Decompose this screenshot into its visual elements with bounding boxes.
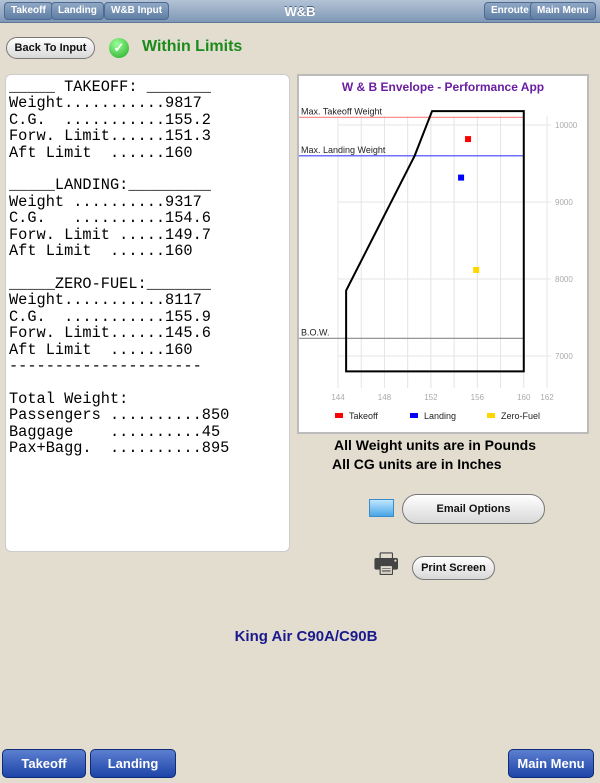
- legend-swatch: [335, 413, 343, 418]
- point-zero-fuel: [473, 266, 480, 273]
- chart-svg: W & B Envelope - Performance App 144 148 15…: [299, 80, 578, 421]
- x-tick-label: 148: [378, 393, 392, 402]
- x-tick-label: 144: [331, 393, 345, 402]
- reference-label: Max. Takeoff Weight: [301, 106, 383, 116]
- legend-label: Landing: [424, 411, 456, 421]
- nav-bar: Takeoff Landing W&B Input W&B Enroute Ma…: [0, 0, 600, 23]
- x-tick-label: 160: [517, 393, 531, 402]
- status-text: Within Limits: [142, 38, 243, 55]
- check-icon: ✓: [109, 38, 129, 58]
- legend-label: Zero-Fuel: [501, 411, 540, 421]
- y-tick-label: 7000: [555, 352, 573, 361]
- weight-units-note: All Weight units are in Pounds: [334, 437, 536, 453]
- printer-icon[interactable]: 🖶: [373, 547, 407, 581]
- point-landing: [458, 174, 465, 181]
- envelope-chart: W & B Envelope - Performance App 144 148 15…: [297, 74, 589, 434]
- legend-swatch: [487, 413, 495, 418]
- x-tick-label: 152: [424, 393, 438, 402]
- report-panel: _____ TAKEOFF: _______ Weight...........…: [5, 74, 290, 552]
- nav-enroute[interactable]: Enroute: [484, 2, 536, 20]
- bottom-takeoff-button[interactable]: Takeoff: [2, 749, 86, 778]
- bottom-landing-button[interactable]: Landing: [90, 749, 176, 778]
- back-to-input-button[interactable]: Back To Input: [6, 37, 95, 59]
- email-icon[interactable]: [369, 499, 394, 517]
- reference-label: Max. Landing Weight: [301, 145, 386, 155]
- print-screen-button[interactable]: Print Screen: [412, 556, 495, 580]
- legend-label: Takeoff: [349, 411, 378, 421]
- y-tick-label: 10000: [555, 121, 578, 130]
- x-tick-label: 156: [471, 393, 485, 402]
- report-text: _____ TAKEOFF: _______ Weight...........…: [9, 78, 230, 457]
- y-tick-label: 8000: [555, 275, 573, 284]
- legend-swatch: [410, 413, 418, 418]
- x-tick-label: 162: [540, 393, 554, 402]
- chart-title: W & B Envelope - Performance App: [342, 80, 544, 94]
- cg-units-note: All CG units are in Inches: [332, 456, 502, 472]
- aircraft-name: King Air C90A/C90B: [234, 628, 378, 645]
- reference-label: B.O.W.: [301, 327, 330, 337]
- email-options-button[interactable]: Email Options: [402, 494, 545, 524]
- point-takeoff: [465, 136, 472, 143]
- bottom-main-menu-button[interactable]: Main Menu: [508, 749, 594, 778]
- nav-main-menu[interactable]: Main Menu: [530, 2, 596, 20]
- y-tick-label: 9000: [555, 198, 573, 207]
